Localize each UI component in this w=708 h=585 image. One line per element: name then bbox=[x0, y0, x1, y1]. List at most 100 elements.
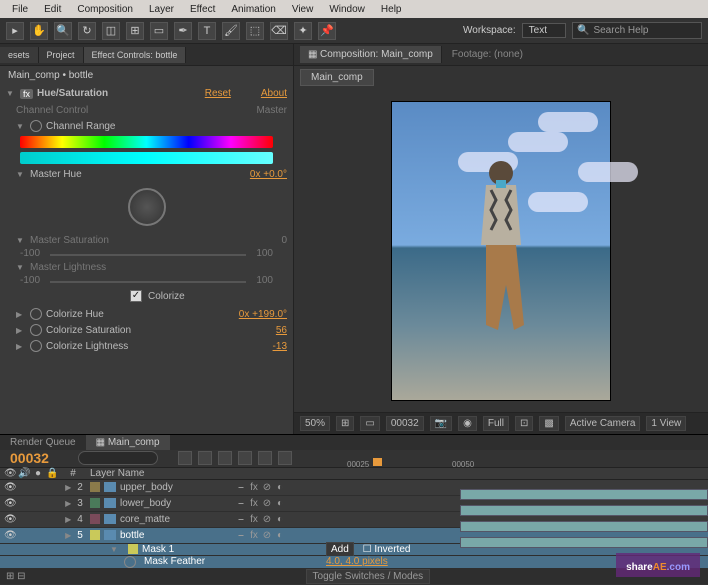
toggle-switches-button[interactable]: Toggle Switches / Modes bbox=[306, 569, 431, 584]
motion-blur-switch[interactable]: ⊘ bbox=[262, 514, 272, 525]
menu-window[interactable]: Window bbox=[321, 2, 373, 17]
brush-tool-icon[interactable]: 🖌 bbox=[222, 22, 240, 40]
stopwatch-icon[interactable] bbox=[30, 120, 42, 132]
visibility-toggle[interactable]: 👁 bbox=[4, 514, 16, 525]
frame-blend-icon[interactable] bbox=[238, 451, 252, 465]
transparency-icon[interactable]: ▩ bbox=[539, 416, 558, 431]
workspace-dropdown[interactable]: Text bbox=[522, 23, 566, 38]
adjustment-switch[interactable]: ◐ bbox=[275, 514, 285, 525]
twirl-icon[interactable]: ▶ bbox=[16, 342, 26, 351]
menu-file[interactable]: File bbox=[4, 2, 36, 17]
motion-blur-switch[interactable]: ⊘ bbox=[262, 530, 272, 541]
master-hue-value[interactable]: 0x +0.0° bbox=[250, 169, 287, 180]
zoom-tool-icon[interactable]: 🔍 bbox=[54, 22, 72, 40]
twirl-icon[interactable]: ▶ bbox=[16, 326, 26, 335]
fx-switch[interactable]: fx bbox=[249, 482, 259, 493]
visibility-toggle[interactable]: 👁 bbox=[4, 482, 16, 493]
stopwatch-icon[interactable] bbox=[124, 556, 136, 568]
visibility-toggle[interactable]: 👁 bbox=[4, 498, 16, 509]
menu-edit[interactable]: Edit bbox=[36, 2, 69, 17]
fx-switch[interactable]: fx bbox=[249, 514, 259, 525]
shy-switch[interactable]: ⎯ bbox=[236, 482, 246, 493]
puppet-tool-icon[interactable]: 📌 bbox=[318, 22, 336, 40]
zoom-dropdown[interactable]: 50% bbox=[300, 416, 330, 431]
layer-duration-bar[interactable] bbox=[460, 521, 708, 532]
eraser-tool-icon[interactable]: ⌫ bbox=[270, 22, 288, 40]
rotate-tool-icon[interactable]: ↻ bbox=[78, 22, 96, 40]
text-tool-icon[interactable]: T bbox=[198, 22, 216, 40]
layer-duration-bar[interactable] bbox=[460, 489, 708, 500]
comp-tab[interactable]: Main_comp bbox=[300, 69, 374, 86]
master-light-slider[interactable] bbox=[50, 281, 246, 283]
layer-duration-bar[interactable] bbox=[460, 505, 708, 516]
tab-project[interactable]: Project bbox=[39, 47, 84, 63]
layer-duration-bar[interactable] bbox=[460, 537, 708, 548]
mask-feather-value[interactable]: 4.0, 4.0 pixels bbox=[326, 556, 388, 567]
twirl-icon[interactable]: ▼ bbox=[16, 170, 26, 179]
draft-3d-icon[interactable] bbox=[198, 451, 212, 465]
layer-color-swatch[interactable] bbox=[90, 498, 100, 508]
menu-animation[interactable]: Animation bbox=[223, 2, 283, 17]
graph-editor-icon[interactable] bbox=[278, 451, 292, 465]
mask-feather-row[interactable]: Mask Feather 4.0, 4.0 pixels bbox=[0, 556, 708, 569]
resolution-dropdown[interactable]: Full bbox=[483, 416, 509, 431]
timeline-search[interactable] bbox=[78, 451, 158, 465]
shy-switch[interactable]: ⎯ bbox=[236, 530, 246, 541]
comp-mini-flowchart-icon[interactable] bbox=[178, 451, 192, 465]
tab-effect-controls[interactable]: Effect Controls: bottle bbox=[84, 47, 187, 63]
tab-render-queue[interactable]: Render Queue bbox=[0, 435, 86, 450]
hue-spectrum[interactable] bbox=[20, 136, 273, 148]
fx-switch[interactable]: fx bbox=[249, 530, 259, 541]
menu-help[interactable]: Help bbox=[373, 2, 410, 17]
hue-range[interactable] bbox=[20, 152, 273, 164]
master-sat-value[interactable]: 0 bbox=[281, 235, 287, 246]
visibility-toggle[interactable]: 👁 bbox=[4, 530, 16, 541]
pan-behind-tool-icon[interactable]: ⊞ bbox=[126, 22, 144, 40]
shape-tool-icon[interactable]: ▭ bbox=[150, 22, 168, 40]
twirl-icon[interactable]: ▼ bbox=[110, 545, 120, 554]
tab-timeline-comp[interactable]: ▦ Main_comp bbox=[86, 435, 170, 450]
adjustment-switch[interactable]: ◐ bbox=[275, 498, 285, 509]
timeline-footer-icon[interactable]: ⊞ ⊟ bbox=[6, 571, 26, 582]
twirl-icon[interactable]: ▼ bbox=[16, 263, 26, 272]
colorize-sat-value[interactable]: 56 bbox=[276, 325, 287, 336]
search-help-input[interactable]: 🔍 Search Help bbox=[572, 22, 702, 39]
twirl-icon[interactable]: ▼ bbox=[16, 236, 26, 245]
menu-effect[interactable]: Effect bbox=[182, 2, 223, 17]
mask-color-swatch[interactable] bbox=[128, 544, 138, 554]
stopwatch-icon[interactable] bbox=[30, 340, 42, 352]
menu-view[interactable]: View bbox=[284, 2, 322, 17]
fast-preview-icon[interactable]: ⊡ bbox=[515, 416, 533, 431]
adjustment-switch[interactable]: ◐ bbox=[275, 482, 285, 493]
motion-blur-switch[interactable]: ⊘ bbox=[262, 482, 272, 493]
hand-tool-icon[interactable]: ✋ bbox=[30, 22, 48, 40]
camera-dropdown[interactable]: Active Camera bbox=[565, 416, 641, 431]
view-layout-dropdown[interactable]: 1 View bbox=[646, 416, 686, 431]
timecode-display[interactable]: 00032 bbox=[386, 416, 424, 431]
pen-tool-icon[interactable]: ✒ bbox=[174, 22, 192, 40]
motion-blur-icon[interactable] bbox=[258, 451, 272, 465]
viewer-mask-icon[interactable]: ▭ bbox=[360, 416, 379, 431]
reset-link[interactable]: Reset bbox=[205, 88, 231, 99]
shy-switch[interactable]: ⎯ bbox=[236, 498, 246, 509]
viewer-grid-icon[interactable]: ⊞ bbox=[336, 416, 354, 431]
twirl-icon[interactable]: ▶ bbox=[16, 310, 26, 319]
selection-tool-icon[interactable]: ▸ bbox=[6, 22, 24, 40]
fx-badge-icon[interactable]: fx bbox=[20, 89, 33, 99]
snapshot-icon[interactable]: 📷 bbox=[430, 416, 452, 431]
composition-header-tab[interactable]: ▦ Composition: Main_comp bbox=[300, 46, 442, 63]
fx-switch[interactable]: fx bbox=[249, 498, 259, 509]
colorize-checkbox[interactable]: ✓ bbox=[130, 290, 142, 302]
shy-switch[interactable]: ⎯ bbox=[236, 514, 246, 525]
hue-dial[interactable] bbox=[128, 188, 166, 226]
mask-inverted-label[interactable]: Inverted bbox=[374, 544, 410, 555]
colorize-hue-value[interactable]: 0x +199.0° bbox=[239, 309, 287, 320]
twirl-icon[interactable]: ▼ bbox=[6, 89, 16, 98]
current-timecode[interactable]: 00032 bbox=[0, 450, 70, 466]
twirl-icon[interactable]: ▼ bbox=[16, 122, 26, 131]
layer-color-swatch[interactable] bbox=[90, 514, 100, 524]
shy-icon[interactable] bbox=[218, 451, 232, 465]
roto-tool-icon[interactable]: ✦ bbox=[294, 22, 312, 40]
channels-icon[interactable]: ◉ bbox=[458, 416, 477, 431]
about-link[interactable]: About bbox=[261, 88, 287, 99]
